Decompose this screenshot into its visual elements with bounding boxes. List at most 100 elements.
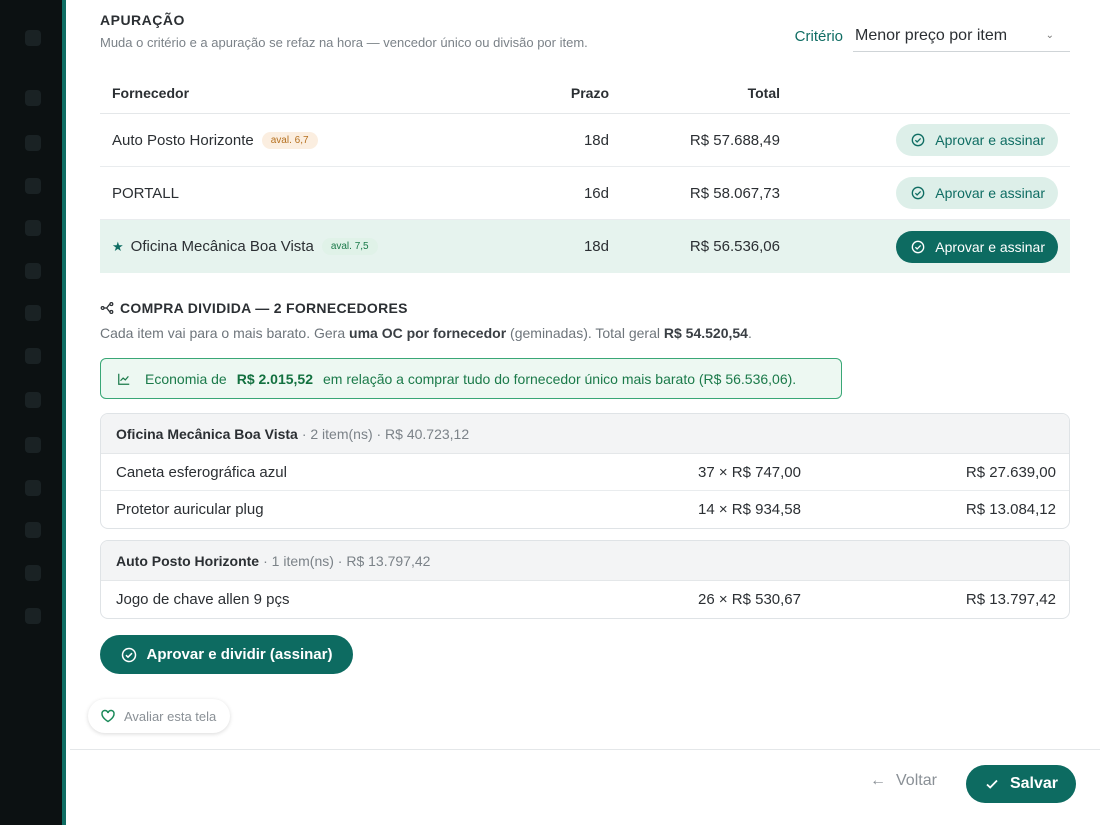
split-description: Cada item vai para o mais barato. Gera u…	[100, 325, 752, 341]
nav-icon[interactable]	[25, 348, 41, 364]
check-circle-icon	[121, 647, 136, 662]
rate-screen-label: Avaliar esta tela	[124, 708, 217, 724]
item-name: Jogo de chave allen 9 pçs	[116, 591, 290, 608]
savings-text-b: em relação a comprar tudo do fornecedor …	[323, 370, 797, 387]
item-name: Protetor auricular plug	[116, 501, 264, 518]
nav-icon[interactable]	[25, 608, 41, 624]
nav-icon[interactable]	[25, 480, 41, 496]
item-sum: R$ 27.639,00	[965, 463, 1056, 481]
nav-icon[interactable]	[25, 178, 41, 194]
supplier-group: Oficina Mecânica Boa Vista · 2 item(ns) …	[100, 413, 1070, 529]
sidebar	[0, 0, 66, 825]
item-qty: 26 × R$ 530,67	[697, 591, 801, 608]
table-row: PORTALL 16d R$ 58.067,73 Aprovar e assin…	[100, 167, 1070, 220]
back-button[interactable]: ← Voltar	[870, 772, 937, 790]
supplier-cell: PORTALL	[100, 185, 510, 202]
split-desc-a: Cada item vai para o mais barato. Gera	[100, 325, 350, 341]
nav-icon[interactable]	[25, 90, 41, 106]
supplier-name: PORTALL	[112, 184, 179, 202]
nav-icon[interactable]	[25, 392, 41, 408]
approve-split-button[interactable]: Aprovar e dividir (assinar)	[100, 635, 353, 674]
supplier-group: Auto Posto Horizonte · 1 item(ns) · R$ 1…	[100, 540, 1070, 619]
split-title-text: COMPRA DIVIDIDA — 2 FORNECEDORES	[120, 300, 408, 316]
supplier-cell: ★ Oficina Mecânica Boa Vista aval. 7,5	[100, 238, 510, 255]
save-label: Salvar	[1009, 775, 1059, 792]
group-header: Auto Posto Horizonte · 1 item(ns) · R$ 1…	[101, 541, 1069, 581]
criterion-value: Menor preço por item	[855, 26, 1008, 44]
savings-value: R$ 2.015,52	[236, 370, 314, 387]
supplier-name: Oficina Mecânica Boa Vista	[130, 238, 314, 255]
total-cell: R$ 58.067,73	[689, 184, 780, 202]
term-cell: 18d	[583, 238, 609, 255]
rating-badge: aval. 7,5	[321, 238, 378, 255]
savings-text-a: Economia de	[145, 370, 227, 387]
approve-sign-button[interactable]: Aprovar e assinar	[896, 177, 1058, 209]
nav-icon[interactable]	[25, 437, 41, 453]
rate-screen-button[interactable]: Avaliar esta tela	[88, 699, 231, 733]
list-item: Protetor auricular plug 14 × R$ 934,58 R…	[101, 491, 1069, 528]
term-cell: 18d	[583, 131, 609, 149]
split-icon	[100, 302, 114, 314]
nav-icon[interactable]	[25, 522, 41, 538]
nav-icon[interactable]	[25, 135, 41, 151]
total-cell: R$ 56.536,06	[689, 238, 780, 255]
col-term: Prazo	[570, 84, 609, 101]
chevron-down-icon: ⌄	[1045, 30, 1054, 41]
group-supplier-name: Oficina Mecânica Boa Vista	[116, 425, 298, 442]
split-desc-end: .	[747, 325, 752, 341]
group-meta: · 2 item(ns) · R$ 40.723,12	[301, 425, 470, 442]
criterion-select[interactable]: Menor preço por item ⌄	[853, 20, 1070, 52]
action-cell: Aprovar e assinar	[780, 124, 1058, 156]
nav-icon[interactable]	[25, 30, 41, 46]
term-cell: 16d	[583, 184, 609, 202]
table-row: Auto Posto Horizonte aval. 6,7 18d R$ 57…	[100, 114, 1070, 167]
nav-icon[interactable]	[25, 565, 41, 581]
rating-badge: aval. 6,7	[261, 131, 318, 149]
criterion-control: Critério Menor preço por item ⌄	[795, 20, 1070, 52]
group-supplier-name: Auto Posto Horizonte	[116, 552, 260, 569]
item-sum: R$ 13.084,12	[965, 501, 1056, 518]
group-meta: · 1 item(ns) · R$ 13.797,42	[263, 552, 431, 569]
star-icon: ★	[112, 238, 124, 254]
action-cell: Aprovar e assinar	[780, 230, 1058, 263]
supplier-table: Fornecedor Prazo Total Auto Posto Horizo…	[100, 72, 1070, 273]
approve-split-label: Aprovar e dividir (assinar)	[146, 646, 333, 663]
table-header: Fornecedor Prazo Total	[100, 72, 1070, 114]
nav-icon[interactable]	[25, 305, 41, 321]
check-icon	[986, 779, 998, 789]
heart-icon	[101, 709, 115, 723]
supplier-cell: Auto Posto Horizonte aval. 6,7	[100, 131, 510, 149]
approve-sign-button[interactable]: Aprovar e assinar	[896, 230, 1058, 263]
footer-divider	[70, 749, 1100, 750]
supplier-name: Auto Posto Horizonte	[112, 131, 254, 149]
approve-sign-label: Aprovar e assinar	[935, 238, 1045, 255]
nav-icon[interactable]	[25, 220, 41, 236]
savings-banner: Economia de R$ 2.015,52 em relação a com…	[100, 358, 842, 399]
trend-chart-icon	[118, 373, 130, 385]
save-button[interactable]: Salvar	[966, 765, 1076, 803]
split-desc-c: (geminadas). Total geral	[506, 325, 664, 341]
check-circle-icon	[911, 133, 925, 147]
approve-sign-button[interactable]: Aprovar e assinar	[896, 124, 1058, 156]
criterion-label: Critério	[794, 27, 843, 45]
table-row-winner: ★ Oficina Mecânica Boa Vista aval. 7,5 1…	[100, 220, 1070, 273]
check-circle-icon	[911, 240, 925, 253]
total-cell: R$ 57.688,49	[689, 131, 780, 149]
list-item: Jogo de chave allen 9 pçs 26 × R$ 530,67…	[101, 581, 1069, 618]
main-panel: APURAÇÃO Muda o critério e a apuração se…	[70, 0, 1100, 825]
item-name: Caneta esferográfica azul	[116, 463, 287, 481]
item-qty: 14 × R$ 934,58	[697, 501, 801, 518]
check-circle-icon	[911, 186, 925, 200]
action-cell: Aprovar e assinar	[780, 177, 1058, 209]
arrow-left-icon: ←	[870, 772, 886, 789]
item-sum: R$ 13.797,42	[965, 591, 1056, 608]
split-total: R$ 54.520,54	[663, 325, 748, 341]
back-label: Voltar	[896, 772, 937, 789]
sidebar-accent-bar	[62, 0, 66, 825]
split-title: COMPRA DIVIDIDA — 2 FORNECEDORES	[100, 300, 408, 316]
item-qty: 37 × R$ 747,00	[697, 463, 801, 481]
approve-sign-label: Aprovar e assinar	[935, 185, 1045, 201]
col-supplier: Fornecedor	[112, 84, 190, 101]
col-total: Total	[747, 84, 780, 101]
nav-icon[interactable]	[25, 263, 41, 279]
